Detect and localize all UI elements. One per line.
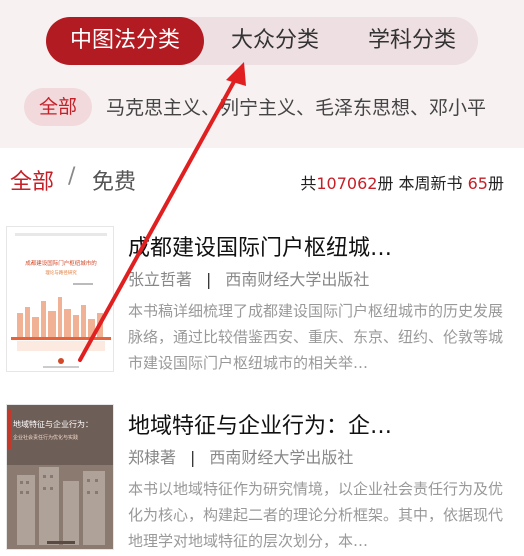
stats-total-unit: 册 本周新书 — [377, 174, 468, 193]
category-chip-marxism[interactable]: 马克思主义、列宁主义、毛泽东思想、邓小平 — [106, 86, 486, 130]
meta-divider: | — [190, 448, 196, 467]
stats-new-count: 65 — [467, 174, 488, 193]
book-cover-image: 成都建设国际门户枢纽城市的 理论与路径研究 — [7, 227, 113, 371]
book-title[interactable]: 地域特征与企业行为：企… — [128, 408, 508, 440]
book-cover-title: 成都建设国际门户枢纽城市的 — [25, 259, 97, 267]
tab-clc-classification[interactable]: 中图法分类 — [46, 17, 204, 65]
filter-all-button[interactable]: 全部 — [10, 164, 54, 196]
book-meta: 郑棣著 | 西南财经大学出版社 — [128, 444, 353, 468]
book-meta: 张立哲著 | 西南财经大学出版社 — [128, 266, 369, 290]
stats-total-count: 107062 — [316, 174, 378, 193]
tab-popular-classification[interactable]: 大众分类 — [204, 17, 346, 65]
filter-bar: 全部 / 免费 共107062册 本周新书 65册 — [0, 160, 524, 204]
category-header: 中图法分类 大众分类 学科分类 全部 马克思主义、列宁主义、毛泽东思想、邓小平 — [0, 0, 524, 148]
filter-separator: / — [68, 164, 76, 189]
book-publisher: 西南财经大学出版社 — [225, 270, 370, 289]
stats-prefix: 共 — [300, 174, 317, 193]
meta-divider: | — [206, 270, 212, 289]
classification-segmented-control: 中图法分类 大众分类 学科分类 — [46, 17, 478, 65]
book-stats: 共107062册 本周新书 65册 — [300, 170, 504, 194]
tab-subject-classification[interactable]: 学科分类 — [346, 17, 478, 65]
category-chip-row: 全部 马克思主义、列宁主义、毛泽东思想、邓小平 — [0, 86, 524, 130]
category-chip-all[interactable]: 全部 — [24, 88, 92, 126]
book-description: 本书稿详细梳理了成都建设国际门户枢纽城市的历史发展脉络，通过比较借鉴西安、重庆、… — [128, 302, 504, 372]
book-list-item[interactable]: 成都建设国际门户枢纽城市的 理论与路径研究 成都建设国际门户枢纽城… 张立哲著 … — [0, 222, 524, 397]
book-cover-image: 地域特征与企业行为： 企业社会责任行为优化与实践 — [7, 405, 113, 549]
book-title[interactable]: 成都建设国际门户枢纽城… — [128, 230, 508, 262]
book-cover[interactable]: 地域特征与企业行为： 企业社会责任行为优化与实践 — [6, 404, 114, 550]
book-cover-title: 地域特征与企业行为： — [13, 419, 93, 429]
book-author: 张立哲著 — [128, 270, 193, 289]
book-cover-subtitle: 理论与路径研究 — [45, 269, 77, 276]
book-author: 郑棣著 — [128, 448, 177, 467]
book-cover[interactable]: 成都建设国际门户枢纽城市的 理论与路径研究 — [6, 226, 114, 372]
book-description: 本书以地域特征作为研究情境，以企业社会责任行为及优化为核心，构建起二者的理论分析… — [128, 480, 504, 550]
book-cover-subtitle: 企业社会责任行为优化与实践 — [13, 434, 78, 441]
filter-free-button[interactable]: 免费 — [92, 164, 136, 196]
stats-new-unit: 册 — [487, 174, 504, 193]
book-publisher: 西南财经大学出版社 — [209, 448, 354, 467]
book-list-item[interactable]: 地域特征与企业行为： 企业社会责任行为优化与实践 地域特征与企业行为：企… 郑棣… — [0, 400, 524, 556]
